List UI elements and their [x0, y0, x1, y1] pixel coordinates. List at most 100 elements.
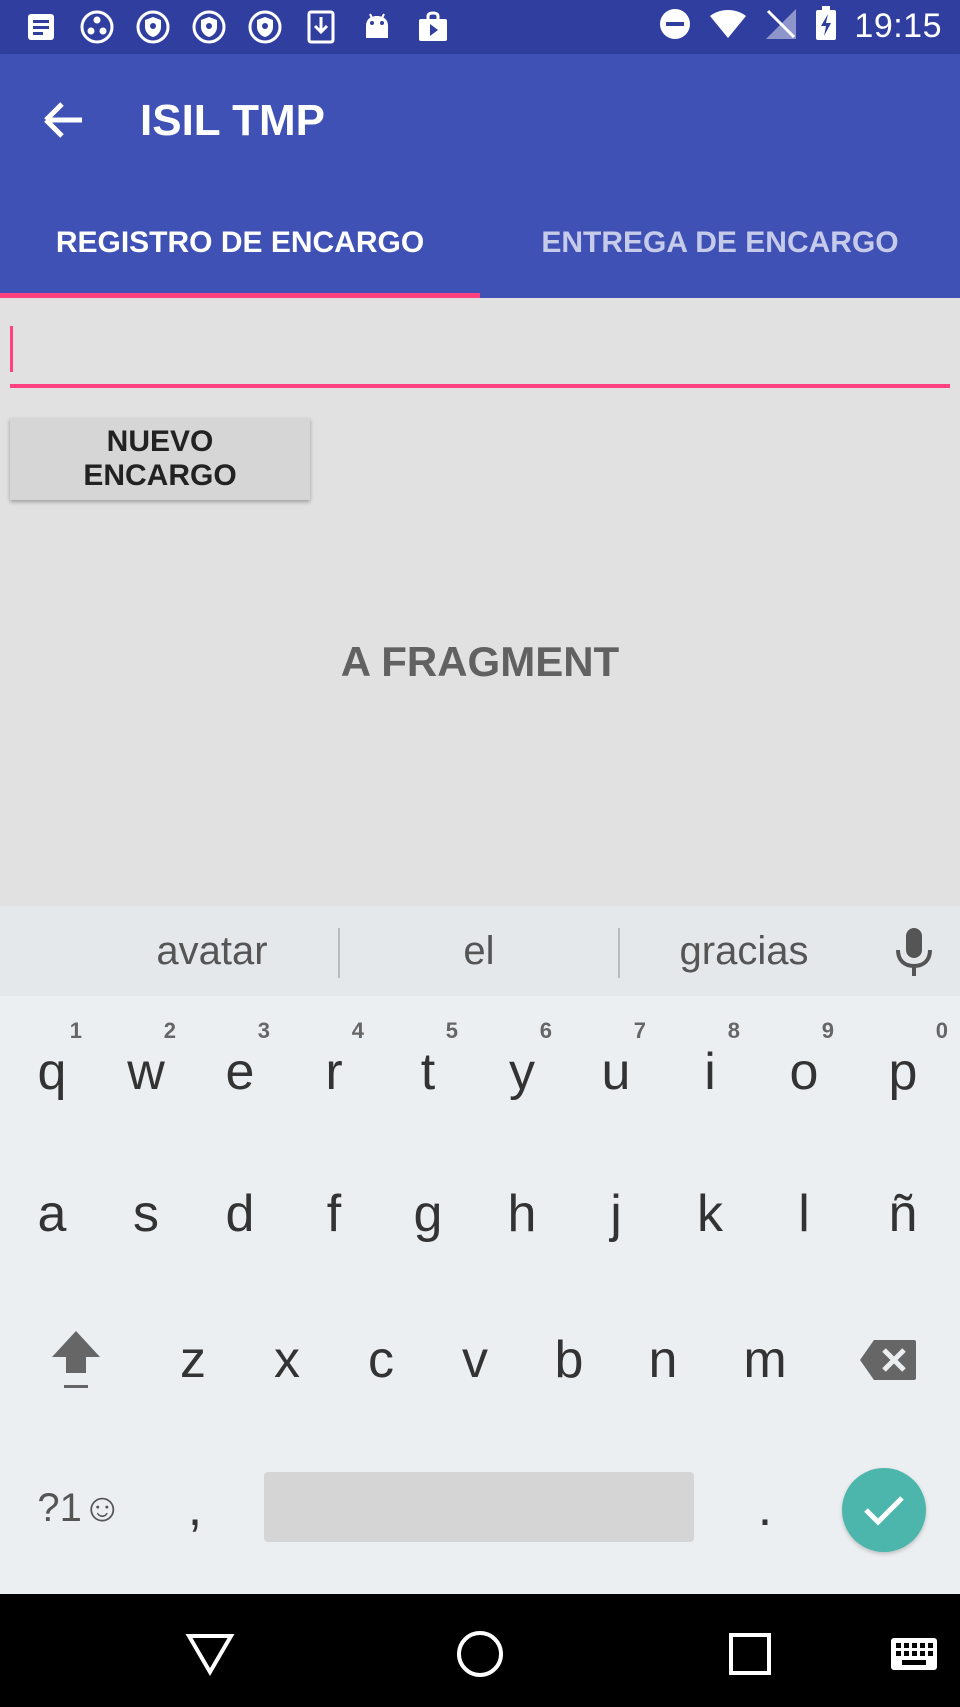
fragment-label: A FRAGMENT — [340, 638, 620, 685]
play-store-icon — [416, 10, 450, 44]
key-x[interactable]: x — [240, 1306, 334, 1414]
encargo-input[interactable] — [10, 322, 950, 388]
key-j[interactable]: j — [572, 1160, 660, 1268]
key-hint: 5 — [445, 1018, 458, 1043]
fragment-content: NUEVO ENCARGO A FRAGMENT — [0, 298, 960, 906]
symbols-key[interactable]: ?1☺ — [20, 1454, 140, 1562]
key-t[interactable]: 5t — [384, 1018, 472, 1126]
key-c[interactable]: c — [334, 1306, 428, 1414]
key-label: y — [509, 1043, 535, 1101]
network-icon — [80, 10, 114, 44]
shift-key[interactable] — [28, 1306, 124, 1414]
tab-label: ENTREGA DE ENCARGO — [541, 226, 899, 259]
key-label: e — [225, 1043, 255, 1101]
keyboard-icon — [891, 1638, 937, 1670]
key-label: o — [789, 1043, 819, 1101]
key-r[interactable]: 4r — [290, 1018, 378, 1126]
key-o[interactable]: 9o — [760, 1018, 848, 1126]
suggestion-avatar[interactable]: avatar — [82, 906, 342, 996]
android-icon — [360, 10, 394, 44]
nav-home-button[interactable] — [450, 1624, 510, 1684]
app-bar: ISIL TMP REGISTRO DE ENCARGO ENTREGA DE … — [0, 54, 960, 298]
key-label: q — [37, 1043, 67, 1101]
key-f[interactable]: f — [290, 1160, 378, 1268]
period-key[interactable]: . — [720, 1454, 810, 1562]
check-icon — [864, 1496, 904, 1526]
key-n-tilde[interactable]: ñ — [854, 1160, 952, 1268]
key-i[interactable]: 8i — [666, 1018, 754, 1126]
key-label: w — [127, 1043, 165, 1101]
status-bar: 19:15 — [0, 0, 960, 54]
key-l[interactable]: l — [760, 1160, 848, 1268]
key-e[interactable]: 3e — [196, 1018, 284, 1126]
key-hint: 7 — [633, 1018, 646, 1043]
nuevo-encargo-button[interactable]: NUEVO ENCARGO — [10, 418, 310, 500]
recents-square-icon — [729, 1633, 771, 1675]
key-w[interactable]: 2w — [102, 1018, 190, 1126]
suggestion-gracias[interactable]: gracias — [620, 906, 868, 996]
tab-entrega[interactable]: ENTREGA DE ENCARGO — [480, 188, 960, 298]
key-label: i — [704, 1043, 716, 1101]
shift-icon — [52, 1331, 100, 1388]
key-v[interactable]: v — [428, 1306, 522, 1414]
key-label: r — [325, 1043, 343, 1101]
key-g[interactable]: g — [384, 1160, 472, 1268]
key-d[interactable]: d — [196, 1160, 284, 1268]
vpn-key-icon — [136, 10, 170, 44]
key-h[interactable]: h — [478, 1160, 566, 1268]
do-not-disturb-icon — [658, 7, 692, 46]
mic-icon[interactable] — [888, 926, 940, 983]
navigation-bar — [0, 1594, 960, 1707]
download-icon — [304, 10, 338, 44]
key-q[interactable]: 1q — [8, 1018, 96, 1126]
key-m[interactable]: m — [710, 1306, 820, 1414]
key-p[interactable]: 0p — [854, 1018, 952, 1126]
battery-charging-icon — [814, 6, 838, 47]
text-cursor — [10, 326, 13, 372]
key-label: u — [601, 1043, 631, 1101]
tab-label: REGISTRO DE ENCARGO — [55, 226, 425, 259]
tab-registro[interactable]: REGISTRO DE ENCARGO — [0, 188, 480, 298]
backspace-icon — [860, 1340, 916, 1380]
notification-icons — [24, 10, 450, 44]
nav-recents-button[interactable] — [720, 1624, 780, 1684]
vpn-key-icon — [248, 10, 282, 44]
key-hint: 1 — [69, 1018, 82, 1043]
key-b[interactable]: b — [522, 1306, 616, 1414]
enter-key[interactable] — [842, 1468, 926, 1552]
key-y[interactable]: 6y — [478, 1018, 566, 1126]
page-title: ISIL TMP — [140, 96, 325, 145]
nav-back-button[interactable] — [180, 1624, 240, 1684]
arrow-back-icon — [44, 102, 82, 138]
keyboard-switch-button[interactable] — [884, 1624, 944, 1684]
key-hint: 2 — [163, 1018, 176, 1043]
wifi-icon — [708, 8, 748, 45]
clock: 19:15 — [854, 7, 942, 45]
key-n[interactable]: n — [616, 1306, 710, 1414]
key-hint: 9 — [821, 1018, 834, 1043]
key-hint: 4 — [351, 1018, 364, 1043]
key-k[interactable]: k — [666, 1160, 754, 1268]
key-hint: 6 — [539, 1018, 552, 1043]
back-button[interactable] — [36, 92, 92, 148]
space-key[interactable] — [264, 1472, 694, 1542]
key-a[interactable]: a — [8, 1160, 96, 1268]
system-icons: 19:15 — [658, 6, 942, 47]
suggestion-el[interactable]: el — [340, 906, 618, 996]
key-z[interactable]: z — [146, 1306, 240, 1414]
key-hint: 8 — [727, 1018, 740, 1043]
key-u[interactable]: 7u — [572, 1018, 660, 1126]
vpn-key-icon — [192, 10, 226, 44]
suggestion-strip: avatar el gracias — [0, 906, 960, 996]
back-triangle-icon — [185, 1634, 235, 1676]
notes-icon — [24, 10, 58, 44]
key-s[interactable]: s — [102, 1160, 190, 1268]
no-signal-icon — [764, 7, 798, 46]
soft-keyboard: avatar el gracias 1q 2w 3e 4r 5t 6y 7u 8… — [0, 906, 960, 1594]
backspace-key[interactable] — [840, 1306, 936, 1414]
key-hint: 3 — [257, 1018, 270, 1043]
comma-key[interactable]: , — [150, 1454, 240, 1562]
key-label: p — [888, 1043, 918, 1101]
tab-bar: REGISTRO DE ENCARGO ENTREGA DE ENCARGO — [0, 188, 960, 298]
key-hint: 0 — [935, 1018, 948, 1043]
